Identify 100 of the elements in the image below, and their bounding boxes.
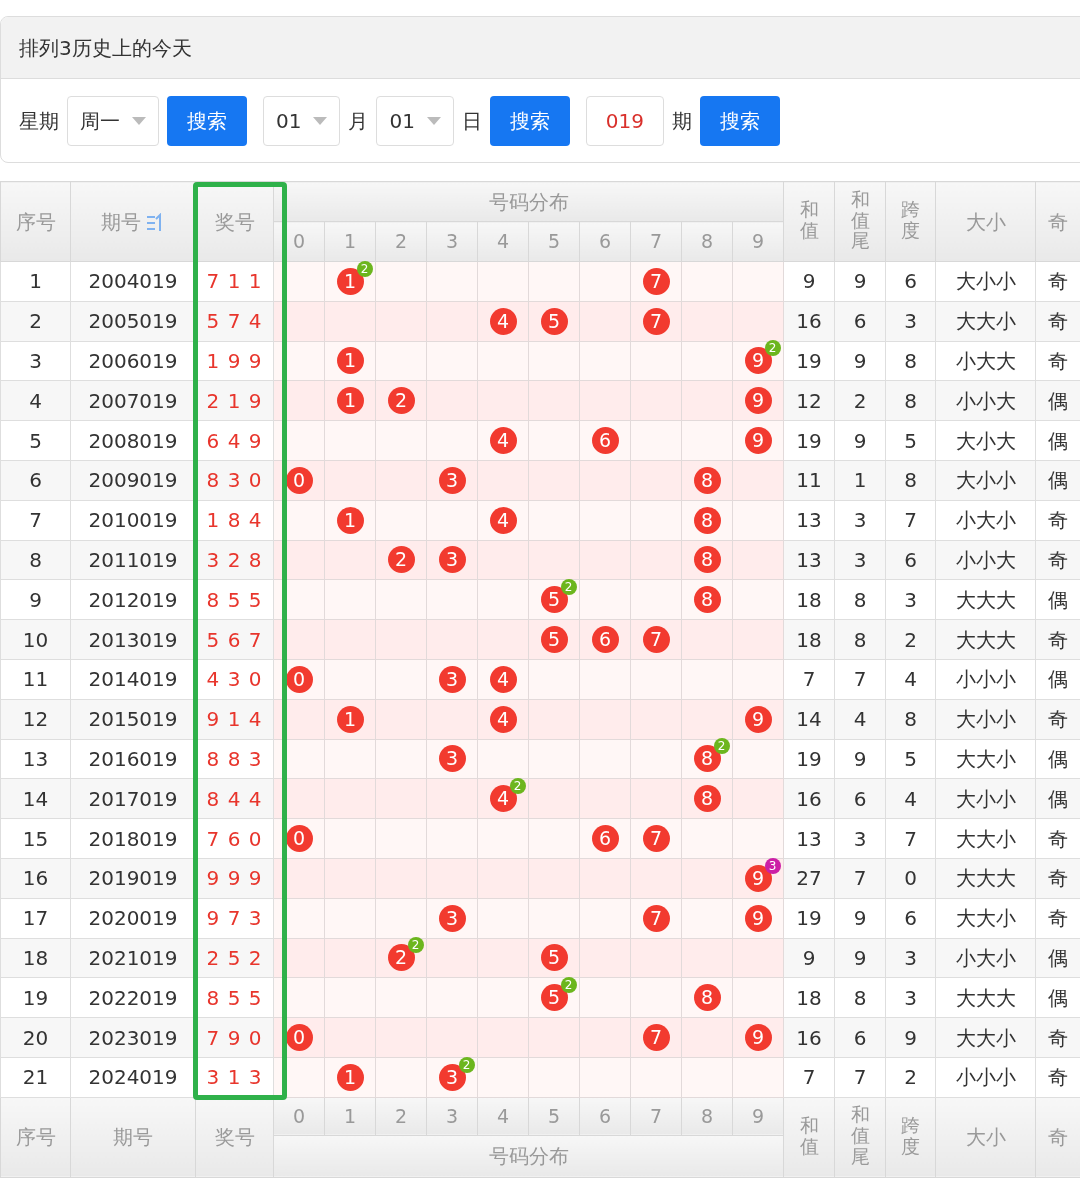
table-cell: 8 xyxy=(885,380,936,421)
column-header: 奖号 xyxy=(195,181,274,262)
table-cell: 6 xyxy=(885,898,936,939)
table-cell: 2005019 xyxy=(70,301,196,342)
search-button[interactable]: 搜索 xyxy=(167,95,247,146)
table-cell: 3 xyxy=(885,977,936,1018)
table-cell: 5 7 4 xyxy=(195,301,274,342)
table-cell: 偶 xyxy=(1035,380,1080,421)
table-cell: 16 xyxy=(783,778,835,819)
table-cell: 8 xyxy=(885,341,936,381)
table-cell: 8 xyxy=(0,540,71,580)
column-header: 4 xyxy=(477,221,529,262)
table-cell: 小小小 xyxy=(935,1057,1036,1098)
column-header: 奇 xyxy=(1035,1097,1080,1178)
table-cell: 大小小 xyxy=(935,699,1036,740)
filter-label: 期 xyxy=(671,107,692,135)
table-cell: 3 xyxy=(885,579,936,620)
table-cell: 小小大 xyxy=(935,540,1036,580)
table-cell: 7 xyxy=(834,858,886,899)
repeat-count-badge: 2 xyxy=(407,937,424,954)
column-header: 8 xyxy=(681,1097,733,1136)
table-cell: 偶 xyxy=(1035,739,1080,779)
table-cell: 12 xyxy=(783,380,835,421)
table-cell: 小大大 xyxy=(935,341,1036,381)
table-cell: 大小大 xyxy=(935,420,1036,461)
search-button[interactable]: 搜索 xyxy=(699,95,780,146)
table-cell: 17 xyxy=(0,898,71,939)
column-header: 8 xyxy=(681,221,733,262)
table-cell: 9 7 3 xyxy=(195,898,274,939)
table-cell: 5 6 7 xyxy=(195,619,274,660)
table-cell: 19 xyxy=(783,341,835,381)
table-cell: 19 xyxy=(783,898,835,939)
column-header[interactable]: 期号 xyxy=(70,1097,196,1178)
table-cell: 9 xyxy=(783,938,835,978)
column-header: 1 xyxy=(324,1097,376,1136)
repeat-count-badge: 2 xyxy=(560,977,577,994)
table-cell: 14 xyxy=(0,778,71,819)
table-cell: 2023019 xyxy=(70,1017,196,1058)
table-cell: 8 xyxy=(834,579,886,620)
column-header: 奇 xyxy=(1035,181,1080,262)
table-cell: 2024019 xyxy=(70,1057,196,1098)
column-header: 5 xyxy=(528,1097,580,1136)
repeat-count-badge: 2 xyxy=(560,579,577,596)
column-header: 2 xyxy=(375,1097,427,1136)
table-cell: 2017019 xyxy=(70,778,196,819)
table-cell: 大小小 xyxy=(935,261,1036,302)
table-cell: 2006019 xyxy=(70,341,196,381)
caret-icon xyxy=(426,116,441,125)
dropdown[interactable]: 01 xyxy=(376,95,454,146)
dropdown[interactable]: 01 xyxy=(263,95,341,146)
table-cell: 18 xyxy=(783,579,835,620)
table-cell: 14 xyxy=(783,699,835,740)
table-cell: 2012019 xyxy=(70,579,196,620)
table-cell: 8 xyxy=(885,699,936,740)
caret-icon xyxy=(132,116,146,125)
table-cell: 3 xyxy=(834,540,886,580)
table-cell: 大小小 xyxy=(935,460,1036,501)
table-cell: 偶 xyxy=(1035,420,1080,461)
table-cell: 大大大 xyxy=(935,858,1036,899)
table-cell: 2 xyxy=(834,380,886,421)
table-cell: 16 xyxy=(783,301,835,342)
column-header: 4 xyxy=(477,1097,529,1136)
table-cell: 4 xyxy=(0,380,71,421)
table-cell: 奇 xyxy=(1035,341,1080,381)
table-cell: 4 xyxy=(834,699,886,740)
table-cell: 9 xyxy=(834,739,886,779)
table-cell: 11 xyxy=(0,659,71,700)
dropdown[interactable]: 周一 xyxy=(67,95,159,146)
table-cell: 2 1 9 xyxy=(195,380,274,421)
table-cell: 2 xyxy=(885,1057,936,1098)
column-header: 大小 xyxy=(935,1097,1036,1178)
search-button[interactable]: 搜索 xyxy=(489,95,570,146)
table-cell: 2013019 xyxy=(70,619,196,660)
table-cell: 6 xyxy=(885,540,936,580)
column-header: 3 xyxy=(426,1097,478,1136)
table-cell: 21 xyxy=(0,1057,71,1098)
table-cell: 19 xyxy=(0,977,71,1018)
table-cell: 13 xyxy=(0,739,71,779)
table-cell: 2014019 xyxy=(70,659,196,700)
table-cell: 7 1 1 xyxy=(195,261,274,302)
table-cell: 13 xyxy=(783,500,835,541)
column-header: 号码分布 xyxy=(273,1135,784,1178)
table-cell: 小大小 xyxy=(935,500,1036,541)
table-cell: 偶 xyxy=(1035,579,1080,620)
table-cell: 7 9 0 xyxy=(195,1017,274,1058)
column-header: 6 xyxy=(579,1097,631,1136)
table-cell: 7 6 0 xyxy=(195,818,274,859)
column-header: 1 xyxy=(324,221,376,262)
column-header: 跨度 xyxy=(885,1097,936,1178)
column-header[interactable]: 期号 xyxy=(70,181,196,262)
period-input[interactable]: 019 xyxy=(585,95,664,146)
table-cell: 奇 xyxy=(1035,540,1080,580)
filter-label: 星期 xyxy=(19,107,59,135)
table-cell: 大大大 xyxy=(935,619,1036,660)
table-cell: 奇 xyxy=(1035,500,1080,541)
table-cell: 9 xyxy=(834,341,886,381)
table-cell: 8 8 3 xyxy=(195,739,274,779)
column-header: 7 xyxy=(630,221,682,262)
table-cell: 8 5 5 xyxy=(195,977,274,1018)
table-cell: 7 xyxy=(885,818,936,859)
